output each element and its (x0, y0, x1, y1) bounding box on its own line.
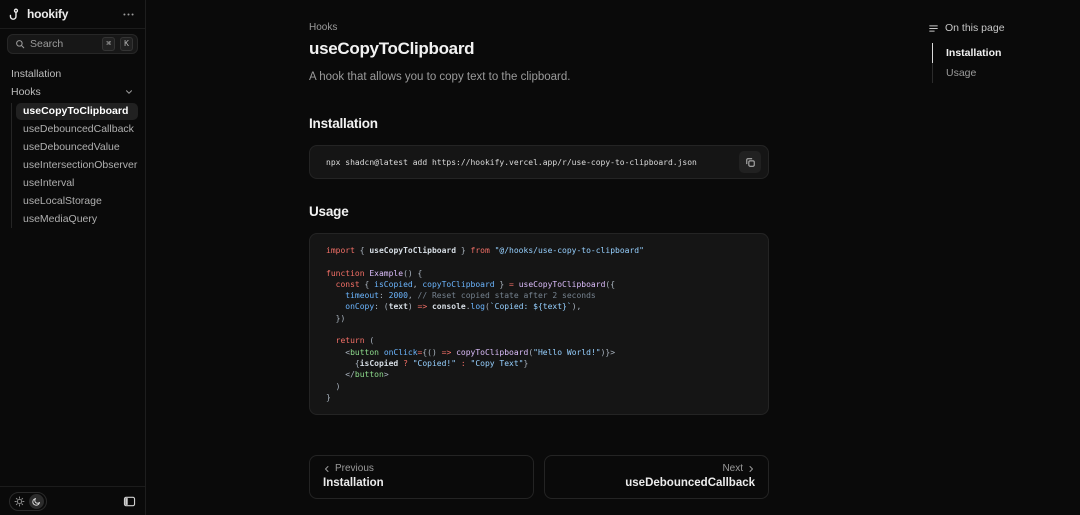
sidebar-group-hooks[interactable]: Hooks (7, 83, 138, 101)
code-line: }) (326, 313, 752, 324)
code-line: return ( (326, 335, 752, 346)
chevron-left-icon (323, 465, 331, 473)
pager-previous-label: Previous (323, 463, 520, 474)
more-menu-icon[interactable] (122, 8, 135, 21)
sidebar-item-useCopyToClipboard[interactable]: useCopyToClipboard (16, 103, 138, 120)
usage-heading: Usage (309, 204, 769, 219)
toc-icon (928, 23, 939, 34)
app-root: hookify Search ⌘ K Installation Hooks (0, 0, 1080, 515)
search-icon (15, 39, 25, 49)
toc-item-installation[interactable]: Installation (932, 43, 1080, 63)
sidebar-item-useMediaQuery[interactable]: useMediaQuery (16, 211, 138, 228)
sidebar-item-useInterval[interactable]: useInterval (16, 175, 138, 192)
pager-next-card[interactable]: Next useDebouncedCallback (544, 455, 769, 499)
code-line: timeout: 2000, // Reset copied state aft… (326, 290, 752, 301)
kbd-k: K (120, 37, 133, 51)
main-area: Hooks useCopyToClipboard A hook that all… (146, 0, 1080, 515)
page-title: useCopyToClipboard (309, 39, 769, 59)
code-line: </button> (326, 369, 752, 380)
code-line: {isCopied ? "Copied!" : "Copy Text"} (326, 358, 752, 369)
sidebar-item-useIntersectionObserver[interactable]: useIntersectionObserver (16, 157, 138, 174)
page-description: A hook that allows you to copy text to t… (309, 71, 769, 83)
sidebar-item-useLocalStorage[interactable]: useLocalStorage (16, 193, 138, 210)
sidebar-footer (0, 486, 145, 515)
sidebar: hookify Search ⌘ K Installation Hooks (0, 0, 146, 515)
chevron-down-icon (124, 87, 134, 97)
code-line: onCopy: (text) => console.log(`Copied: $… (326, 301, 752, 312)
breadcrumb[interactable]: Hooks (309, 22, 769, 33)
on-this-page: On this page InstallationUsage (928, 0, 1080, 515)
sidebar-collapse-icon[interactable] (123, 495, 136, 508)
pager-next-title: useDebouncedCallback (625, 477, 755, 489)
brand-title[interactable]: hookify (27, 7, 68, 21)
install-command-block: npx shadcn@latest add https://hookify.ve… (309, 145, 769, 179)
code-line: const { isCopied, copyToClipboard } = us… (326, 279, 752, 290)
toc-item-usage[interactable]: Usage (932, 63, 1080, 83)
code-line (326, 256, 752, 267)
pager: Previous Installation Next useDebouncedC… (309, 455, 769, 499)
copy-button[interactable] (739, 151, 761, 173)
pager-previous-title: Installation (323, 477, 520, 489)
sidebar-hooks-list: useCopyToClipboarduseDebouncedCallbackus… (11, 103, 138, 228)
search-placeholder: Search (30, 38, 97, 50)
search-input[interactable]: Search ⌘ K (7, 34, 138, 54)
code-line: function Example() { (326, 268, 752, 279)
moon-icon[interactable] (29, 494, 44, 509)
toc-header: On this page (928, 22, 1080, 34)
sidebar-item-installation[interactable]: Installation (7, 65, 138, 83)
chevron-right-icon (747, 465, 755, 473)
code-line: <button onClick={() => copyToClipboard("… (326, 347, 752, 358)
code-line: ) (326, 381, 752, 392)
pager-previous-card[interactable]: Previous Installation (309, 455, 534, 499)
code-line: import { useCopyToClipboard } from "@/ho… (326, 245, 752, 256)
sidebar-item-useDebouncedCallback[interactable]: useDebouncedCallback (16, 121, 138, 138)
code-line (326, 324, 752, 335)
kbd-command: ⌘ (102, 37, 115, 51)
toc-list: InstallationUsage (932, 43, 1080, 83)
hookify-logo-icon[interactable] (8, 8, 21, 21)
sidebar-nav: Installation Hooks useCopyToClipboarduse… (0, 58, 145, 228)
pager-next-label: Next (722, 463, 755, 474)
code-line: } (326, 392, 752, 403)
installation-heading: Installation (309, 116, 769, 131)
copy-icon (745, 157, 756, 168)
sidebar-item-useDebouncedValue[interactable]: useDebouncedValue (16, 139, 138, 156)
sidebar-header: hookify (0, 0, 145, 29)
usage-code-block: import { useCopyToClipboard } from "@/ho… (309, 233, 769, 415)
theme-toggle[interactable] (9, 492, 47, 511)
install-command: npx shadcn@latest add https://hookify.ve… (326, 158, 697, 167)
sun-icon[interactable] (12, 494, 27, 509)
article: Hooks useCopyToClipboard A hook that all… (309, 0, 769, 515)
